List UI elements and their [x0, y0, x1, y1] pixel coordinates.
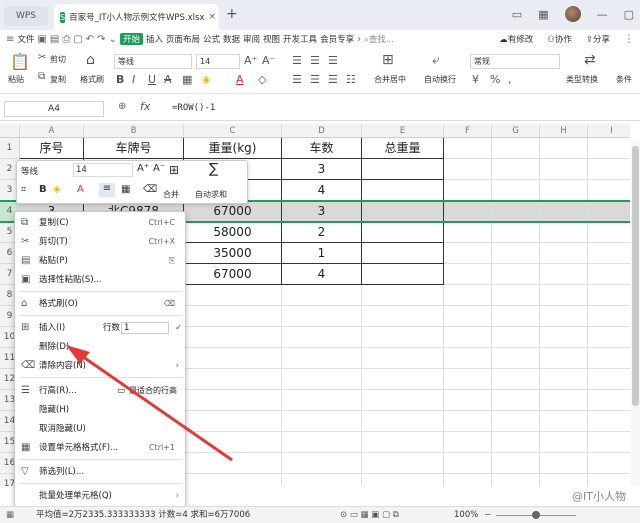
watermark: @IT小人物: [572, 490, 626, 503]
zoom-out-icon[interactable]: −: [484, 507, 491, 523]
zoom-slider-thumb[interactable]: [532, 511, 540, 519]
status-bar: ▦ 平均值=2万2335.333333333 计数=4 求和=6万7006 ⊙ …: [0, 506, 640, 523]
sheet-nav-icon[interactable]: ▦: [6, 507, 14, 523]
annotation-arrow: [66, 345, 233, 462]
selection-stats: 平均值=2万2335.333333333 计数=4 求和=6万7006: [36, 510, 251, 520]
zoom-level[interactable]: 100%: [454, 507, 478, 523]
view-mode-icons[interactable]: ⊙ ▭ ▦ ▣ ▢ ⧉: [340, 507, 399, 523]
